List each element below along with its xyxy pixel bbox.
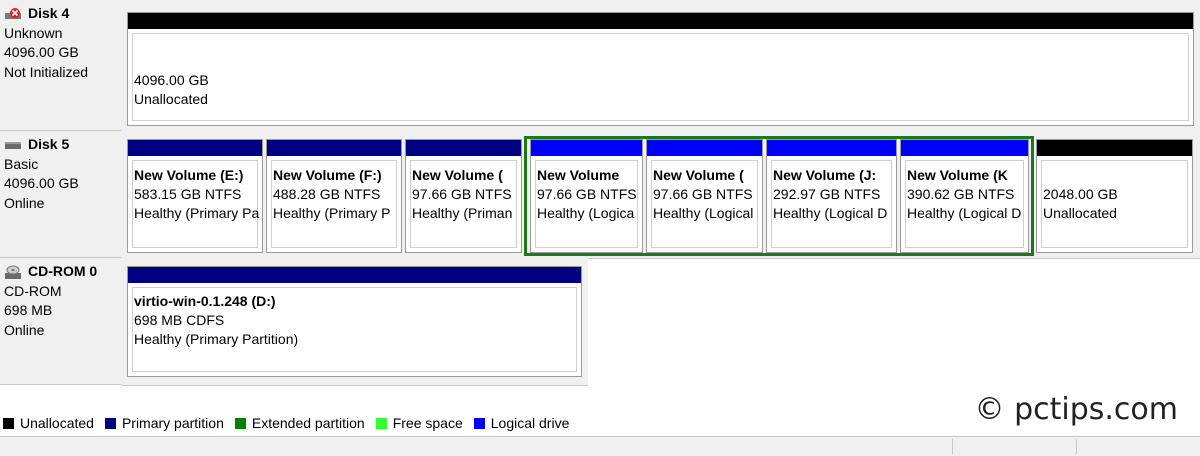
legend-item: Extended partition xyxy=(232,415,365,431)
partition-cdrom-d[interactable]: virtio-win-0.1.248 (D:) 698 MB CDFS Heal… xyxy=(127,266,582,377)
disk-status: Online xyxy=(4,321,45,338)
partition-bar xyxy=(128,13,1193,29)
partition-volume-e[interactable]: New Volume (E:) 583.15 GB NTFS Healthy (… xyxy=(127,139,263,253)
partition-title: New Volume (E:) xyxy=(134,167,244,183)
partition-unallocated[interactable]: 2048.00 GB Unallocated xyxy=(1036,139,1193,253)
legend-label: Logical drive xyxy=(490,415,570,431)
disk-error-icon xyxy=(5,7,21,19)
partition-title: New Volume (K xyxy=(907,167,1008,183)
partition-size: 97.66 GB NTFS xyxy=(537,186,637,202)
partition-status: Healthy (Primary Partition) xyxy=(134,331,299,347)
partition-size: 698 MB CDFS xyxy=(134,312,225,328)
disk-type: Unknown xyxy=(4,24,63,41)
partition-status: Healthy (Logical xyxy=(653,205,754,221)
partition-title: New Volume ( xyxy=(412,167,503,183)
partition-size: 97.66 GB NTFS xyxy=(653,186,753,202)
partition-unallocated[interactable]: 4096.00 GB Unallocated xyxy=(127,12,1194,126)
disk-4-partitions: 4096.00 GB Unallocated xyxy=(121,0,1200,132)
legend-label: Extended partition xyxy=(251,415,365,431)
partition-volume-f[interactable]: New Volume (F:) 488.28 GB NTFS Healthy (… xyxy=(266,139,402,253)
partition-status: Unallocated xyxy=(1043,205,1117,221)
partition-bar xyxy=(531,140,642,156)
partition-size: 292.97 GB NTFS xyxy=(773,186,881,202)
partition-status: Unallocated xyxy=(134,91,208,107)
partition-bar xyxy=(406,140,521,156)
partition-status: Healthy (Logical D xyxy=(773,205,888,221)
logical-drive-k[interactable]: New Volume (K 390.62 GB NTFS Healthy (Lo… xyxy=(900,139,1029,253)
partition-size: 488.28 GB NTFS xyxy=(273,186,381,202)
partition-bar xyxy=(128,140,262,156)
partition-title: New Volume ( xyxy=(653,167,744,183)
disk-name: Disk 4 xyxy=(28,5,70,21)
disk-size: 698 MB xyxy=(4,302,53,318)
disk-size: 4096.00 GB xyxy=(4,44,79,60)
legend-swatch xyxy=(375,417,387,429)
partition-size: 583.15 GB NTFS xyxy=(134,186,242,202)
partition-title: New Volume (F:) xyxy=(273,167,382,183)
partition-bar xyxy=(767,140,896,156)
legend-swatch xyxy=(473,417,485,429)
disk-4-label[interactable]: Disk 4 Unknown 4096.00 GB Not Initialize… xyxy=(0,0,121,131)
partition-size: 97.66 GB NTFS xyxy=(412,186,512,202)
watermark: © pctips.com xyxy=(974,392,1178,427)
partition-title: New Volume (J: xyxy=(773,167,877,183)
partition-volume-g[interactable]: New Volume ( 97.66 GB NTFS Healthy (Prim… xyxy=(405,139,522,253)
cdrom-icon xyxy=(5,265,21,279)
partition-status: Healthy (Logical D xyxy=(907,205,1022,221)
status-separator xyxy=(952,439,953,454)
partition-status: Healthy (Primary Pa xyxy=(134,205,260,221)
disk-5-label[interactable]: Disk 5 Basic 4096.00 GB Online xyxy=(0,131,121,258)
partition-title: New Volume xyxy=(537,167,620,183)
legend-item: Logical drive xyxy=(471,415,570,431)
partition-status: Healthy (Primary P xyxy=(273,205,391,221)
cdrom-0-label[interactable]: CD-ROM 0 CD-ROM 698 MB Online xyxy=(0,258,121,385)
partition-bar xyxy=(1037,140,1192,156)
disk-icon xyxy=(5,141,21,149)
partition-bar xyxy=(267,140,401,156)
logical-drive-i[interactable]: New Volume ( 97.66 GB NTFS Healthy (Logi… xyxy=(646,139,763,253)
legend-label: Primary partition xyxy=(121,415,224,431)
partition-size: 390.62 GB NTFS xyxy=(907,186,1015,202)
status-bar xyxy=(0,436,1200,456)
disk-status: Not Initialized xyxy=(4,63,89,80)
legend-swatch xyxy=(104,417,116,429)
legend-item: Free space xyxy=(373,415,463,431)
partition-size: 4096.00 GB xyxy=(134,72,209,88)
legend-swatch xyxy=(234,417,246,429)
partition-title: virtio-win-0.1.248 (D:) xyxy=(134,293,276,309)
legend-label: Unallocated xyxy=(20,415,94,431)
legend-item: Primary partition xyxy=(102,415,224,431)
partition-status: Healthy (Priman xyxy=(412,205,513,221)
partition-bar xyxy=(128,267,581,283)
status-separator xyxy=(1076,439,1077,454)
disk-name: CD-ROM 0 xyxy=(28,263,98,279)
partition-size: 2048.00 GB xyxy=(1043,186,1118,202)
disk-type: Basic xyxy=(4,155,39,172)
logical-drive-h[interactable]: New Volume 97.66 GB NTFS Healthy (Logica xyxy=(530,139,643,253)
disk-status: Online xyxy=(4,194,45,211)
disk-5-partitions: New Volume (E:) 583.15 GB NTFS Healthy (… xyxy=(121,131,1200,259)
legend-swatch xyxy=(3,417,14,429)
partition-bar xyxy=(647,140,762,156)
partition-status: Healthy (Logica xyxy=(537,205,635,221)
legend-item: Unallocated xyxy=(0,415,94,431)
cdrom-0-partitions: virtio-win-0.1.248 (D:) 698 MB CDFS Heal… xyxy=(121,258,588,386)
partition-bar xyxy=(901,140,1028,156)
disk-name: Disk 5 xyxy=(28,136,70,152)
legend-label: Free space xyxy=(392,415,463,431)
disk-type: CD-ROM xyxy=(4,282,62,299)
disk-size: 4096.00 GB xyxy=(4,175,79,191)
logical-drive-j[interactable]: New Volume (J: 292.97 GB NTFS Healthy (L… xyxy=(766,139,897,253)
